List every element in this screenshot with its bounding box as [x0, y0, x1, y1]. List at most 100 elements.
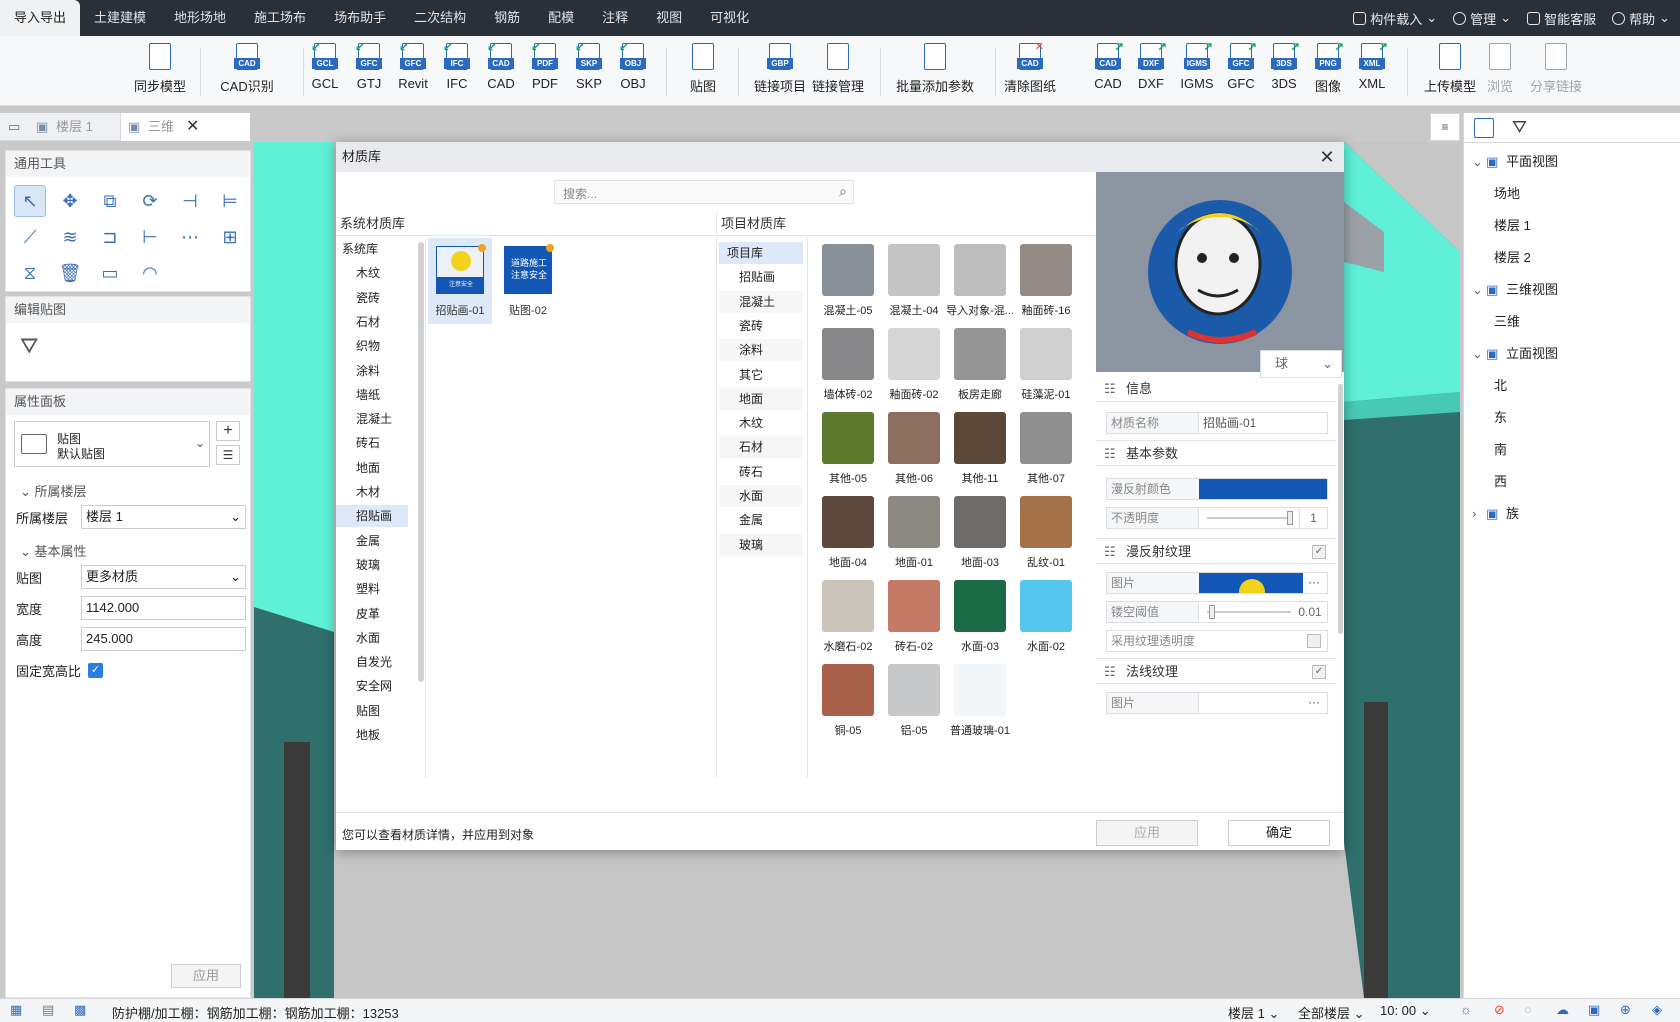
select-tool-icon[interactable]: ↖	[14, 185, 46, 217]
light-icon[interactable]: ○	[1524, 1002, 1532, 1017]
tree-leaf-node[interactable]: 西	[1494, 471, 1507, 490]
material-swatch[interactable]	[822, 244, 874, 296]
project-category-item[interactable]: 其它	[719, 364, 803, 386]
menu-tab[interactable]: 二次结构	[400, 0, 480, 36]
menu-tab[interactable]: 注释	[588, 0, 642, 36]
system-category-item[interactable]: 木材	[336, 481, 408, 503]
project-category-item[interactable]: 混凝土	[719, 290, 803, 313]
material-swatch[interactable]	[954, 244, 1006, 296]
system-category-item[interactable]: 系统库	[336, 238, 408, 260]
material-swatch[interactable]	[888, 412, 940, 464]
system-category-item[interactable]: 混凝土	[336, 408, 408, 430]
project-category-item[interactable]: 瓷砖	[719, 315, 803, 337]
system-category-item[interactable]: 地面	[336, 457, 408, 479]
system-category-item[interactable]: 玻璃	[336, 554, 408, 576]
tree-group-node[interactable]: ⌄ ▣ 平面视图	[1472, 151, 1558, 170]
floor-select[interactable]: 楼层 1 ⌄	[81, 505, 246, 529]
tree-group-node[interactable]: › ▣ 族	[1472, 503, 1519, 522]
system-category-item[interactable]: 水面	[336, 627, 408, 649]
ribbon-button[interactable]: 贴图	[666, 42, 740, 102]
manage-menu[interactable]: 管理 ⌄	[1453, 9, 1511, 28]
project-category-item[interactable]: 招贴画	[719, 266, 803, 288]
ribbon-button[interactable]: CAD CAD识别	[210, 42, 284, 102]
system-category-item[interactable]: 自发光	[336, 651, 408, 673]
menu-tab[interactable]: 土建建模	[80, 0, 160, 36]
opacity-slider-handle[interactable]	[1287, 511, 1293, 525]
distribute-tool-icon[interactable]: ⊨	[214, 185, 246, 217]
project-category-item[interactable]: 玻璃	[719, 533, 803, 556]
material-swatch[interactable]	[888, 580, 940, 632]
window-restore-icon[interactable]: ▭	[8, 113, 20, 141]
material-swatch[interactable]	[888, 244, 940, 296]
mirror-tool-icon[interactable]: ⧖	[14, 257, 46, 289]
project-category-item[interactable]: 砖石	[719, 461, 803, 483]
tree-leaf-node[interactable]: 北	[1494, 375, 1507, 394]
menu-tab[interactable]: 视图	[642, 0, 696, 36]
material-swatch[interactable]	[888, 328, 940, 380]
diffuse-texture-section[interactable]: ☷ 漫反射纹理 ✓	[1096, 538, 1336, 564]
info-section[interactable]: ☷ 信息	[1096, 376, 1336, 402]
measure-tool-icon[interactable]: ▭	[94, 257, 126, 289]
system-category-item[interactable]: 塑料	[336, 578, 408, 600]
system-category-item[interactable]: 招贴画	[336, 505, 408, 528]
project-category-item[interactable]: 涂料	[719, 339, 803, 362]
tree-leaf-node[interactable]: 南	[1494, 439, 1507, 458]
zoom-icon[interactable]: ⊕	[1620, 1002, 1631, 1018]
ribbon-button[interactable]: CAD ✕ 清除图纸	[993, 41, 1067, 102]
grid-icon[interactable]: ▦	[10, 1002, 22, 1018]
cloud-icon[interactable]: ☁	[1556, 1002, 1569, 1018]
tree-leaf-node[interactable]: 场地	[1494, 183, 1520, 202]
material-swatch[interactable]	[954, 496, 1006, 548]
material-swatch[interactable]	[822, 328, 874, 380]
threshold-slider-handle[interactable]	[1209, 605, 1215, 619]
normal-texture-section[interactable]: ☷ 法线纹理 ✓	[1096, 658, 1336, 684]
material-swatch[interactable]	[1020, 496, 1072, 548]
material-swatch[interactable]	[954, 664, 1006, 716]
opacity-slider[interactable]	[1207, 517, 1291, 519]
offset-tool-icon[interactable]: ≋	[54, 221, 86, 253]
project-category-item[interactable]: 木纹	[719, 412, 803, 434]
map-select[interactable]: 更多材质 ⌄	[81, 565, 246, 589]
move-tool-icon[interactable]: ✥	[54, 185, 86, 217]
type-selector[interactable]: 贴图 默认贴图 ⌄	[14, 421, 210, 467]
time-dropdown[interactable]: 10: 00 ⌄	[1380, 1003, 1431, 1019]
menu-tab[interactable]: 场布助手	[320, 0, 400, 36]
material-swatch[interactable]	[888, 496, 940, 548]
tree-group-node[interactable]: ⌄ ▣ 立面视图	[1472, 343, 1558, 362]
ribbon-button[interactable]: 同步模型	[123, 42, 197, 102]
material-swatch[interactable]	[1020, 412, 1072, 464]
search-box[interactable]: 搜索... ⌕	[554, 180, 854, 204]
ribbon-button[interactable]: OBJ ↙ OBJ	[596, 40, 670, 102]
system-category-item[interactable]: 皮革	[336, 603, 408, 625]
menu-tab[interactable]: 地形场地	[160, 0, 240, 36]
tree-group-node[interactable]: ⌄ ▣ 三维视图	[1472, 279, 1558, 298]
ribbon-button[interactable]: 批量添加参数	[896, 42, 974, 102]
break-tool-icon[interactable]: ⊢	[134, 221, 166, 253]
copy-tool-icon[interactable]: ⧉	[94, 185, 126, 217]
extend-tool-icon[interactable]: ⊐	[94, 221, 126, 253]
system-category-item[interactable]: 瓷砖	[336, 287, 408, 309]
system-material-item[interactable]: 道路施工 注意安全 贴图-02	[496, 238, 560, 324]
system-category-item[interactable]: 金属	[336, 530, 408, 552]
project-category-item[interactable]: 水面	[719, 485, 803, 507]
layout-icon[interactable]: ▤	[42, 1002, 54, 1018]
all-floors-dropdown[interactable]: 全部楼层 ⌄	[1298, 1003, 1365, 1022]
diffuse-color-swatch[interactable]	[1199, 479, 1327, 499]
align-tool-icon[interactable]: ⊣	[174, 185, 206, 217]
rotate-tool-icon[interactable]: ⟳	[134, 185, 166, 217]
threshold-value[interactable]: 0.01	[1293, 602, 1327, 622]
system-category-item[interactable]: 地板	[336, 724, 408, 746]
view-menu-button[interactable]: ≡	[1430, 113, 1460, 141]
material-swatch[interactable]	[888, 664, 940, 716]
help-menu[interactable]: 帮助 ⌄	[1612, 9, 1670, 28]
floor-dropdown[interactable]: 楼层 1 ⌄	[1228, 1003, 1279, 1022]
sun-icon[interactable]: ☼	[1460, 1002, 1472, 1017]
close-tab-icon[interactable]: ✕	[186, 113, 199, 141]
material-swatch[interactable]	[822, 412, 874, 464]
system-material-item[interactable]: 注意安全 招贴画-01	[428, 238, 492, 324]
component-load-menu[interactable]: 构件载入 ⌄	[1353, 9, 1437, 28]
tree-leaf-node[interactable]: 东	[1494, 407, 1507, 426]
layers-icon[interactable]: ▣	[1588, 1002, 1600, 1018]
material-swatch[interactable]	[954, 328, 1006, 380]
project-category-item[interactable]: 项目库	[719, 242, 803, 264]
